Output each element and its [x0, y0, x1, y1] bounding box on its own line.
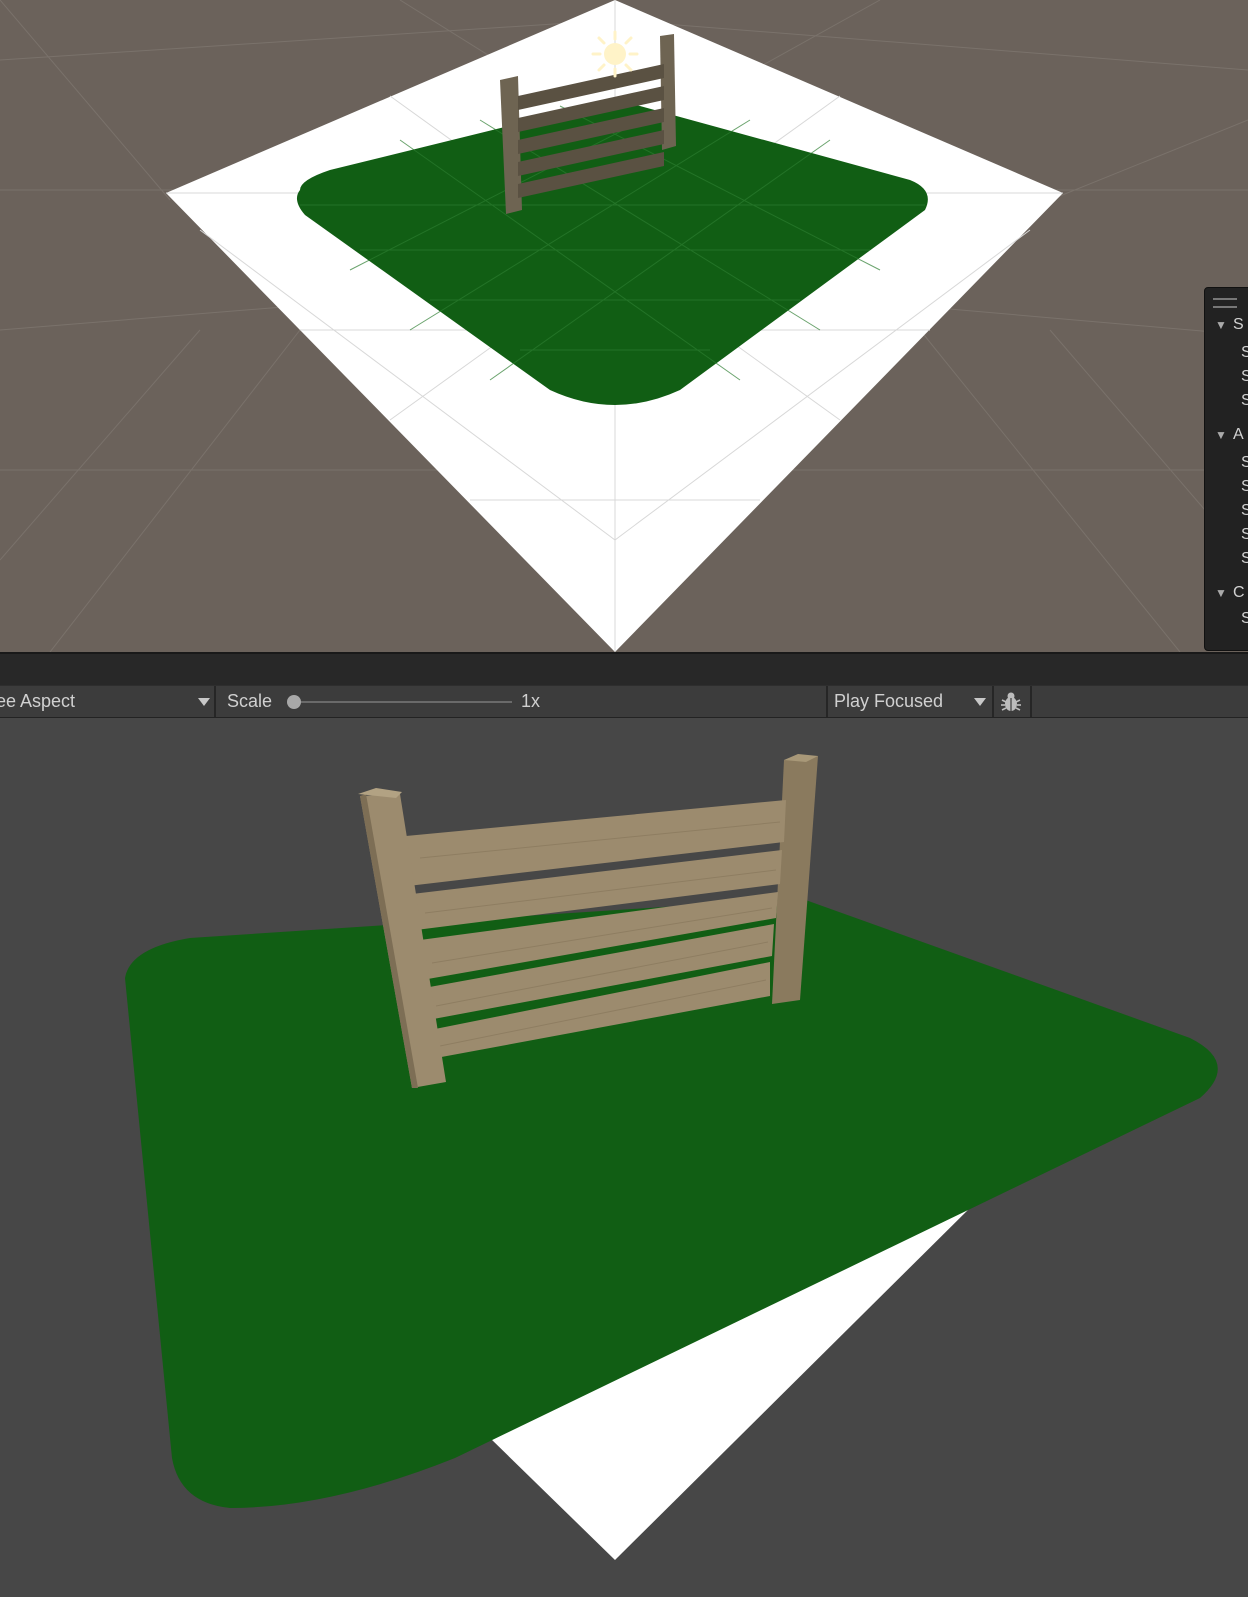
- sun-icon[interactable]: [591, 30, 639, 78]
- game-view[interactable]: [0, 718, 1248, 1597]
- scale-label: Scale: [227, 691, 273, 711]
- overlay-row[interactable]: S: [1241, 342, 1248, 364]
- scene-view[interactable]: ▼ S S S S ▼ A S S S S S ▼ C S: [0, 0, 1248, 652]
- scene-overlay-panel[interactable]: ▼ S S S S ▼ A S S S S S ▼ C S: [1204, 287, 1248, 651]
- overlay-row[interactable]: ▼ C: [1215, 582, 1245, 604]
- game-view-toolbar: ee Aspect Scale 1x Play Focused: [0, 685, 1248, 719]
- scale-value: 1x: [521, 691, 541, 711]
- expand-triangle-icon: ▼: [1215, 318, 1227, 332]
- overlay-row[interactable]: S: [1241, 548, 1248, 570]
- game-view-tab-bar[interactable]: [0, 652, 1248, 687]
- scale-slider-track[interactable]: [294, 701, 512, 703]
- scene-canvas[interactable]: [0, 0, 1248, 652]
- expand-triangle-icon: ▼: [1215, 428, 1227, 442]
- aspect-dropdown-label: ee Aspect: [0, 691, 76, 711]
- overlay-row[interactable]: S: [1241, 366, 1248, 388]
- overlay-row[interactable]: S: [1241, 476, 1248, 498]
- chevron-down-icon: [198, 698, 210, 706]
- bug-icon-glyph: [1001, 692, 1021, 711]
- overlay-row[interactable]: ▼ S: [1215, 314, 1244, 336]
- aspect-dropdown[interactable]: ee Aspect: [0, 686, 216, 717]
- overlay-row[interactable]: S: [1241, 524, 1248, 546]
- panel-grip-icon[interactable]: [1213, 298, 1237, 308]
- scale-slider-thumb[interactable]: [287, 695, 301, 709]
- overlay-row[interactable]: S: [1241, 390, 1248, 412]
- play-mode-label: Play Focused: [834, 691, 944, 711]
- bug-icon[interactable]: [992, 686, 1032, 717]
- overlay-row[interactable]: S: [1241, 452, 1248, 474]
- overlay-row[interactable]: S: [1241, 608, 1248, 630]
- overlay-row[interactable]: ▼ A: [1215, 424, 1244, 446]
- expand-triangle-icon: ▼: [1215, 586, 1227, 600]
- overlay-row[interactable]: S: [1241, 500, 1248, 522]
- chevron-down-icon: [974, 698, 986, 706]
- game-canvas[interactable]: [0, 718, 1248, 1597]
- play-mode-dropdown[interactable]: Play Focused: [826, 686, 994, 717]
